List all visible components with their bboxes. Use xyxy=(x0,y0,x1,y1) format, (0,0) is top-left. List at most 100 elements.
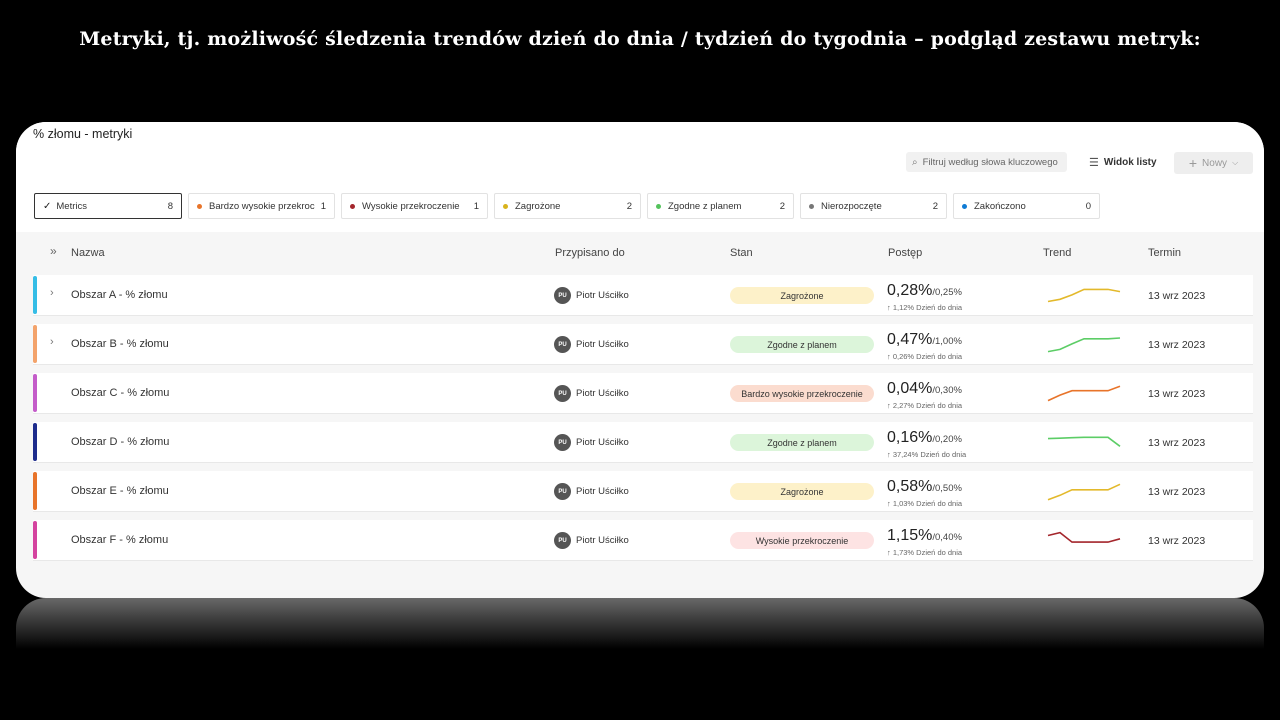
progress-target: /0,25% xyxy=(932,287,962,298)
avatar: PU xyxy=(554,336,571,353)
status-dot xyxy=(656,203,661,209)
status-dot xyxy=(350,203,355,209)
progress-target: /0,20% xyxy=(932,434,962,445)
panel-reflection xyxy=(16,598,1264,658)
avatar: PU xyxy=(554,532,571,549)
column-assigned[interactable]: Przypisano do xyxy=(555,247,625,259)
trend-line xyxy=(1047,337,1121,353)
progress-change: ↑ 2,27% Dzień do dnia xyxy=(887,401,963,410)
status-badge: Zagrożone xyxy=(730,483,874,500)
row-color-bar xyxy=(33,374,37,412)
trend-sparkline xyxy=(1047,385,1121,402)
filter-metrics[interactable]: ✓ Metrics 8 xyxy=(34,193,182,219)
status-badge: Zgodne z planem xyxy=(730,336,874,353)
row-name[interactable]: Obszar F - % złomu xyxy=(71,534,168,546)
column-status[interactable]: Stan xyxy=(730,247,753,259)
row-due-date: 13 wrz 2023 xyxy=(1148,290,1206,302)
progress-target: /0,40% xyxy=(932,532,962,543)
table-row[interactable]: › Obszar B - % złomu PU Piotr Uściłko Zgodne… xyxy=(33,324,1253,365)
table-row[interactable]: › Obszar A - % złomu PU Piotr Uściłko Zagroż… xyxy=(33,275,1253,316)
status-dot xyxy=(809,203,814,209)
row-color-bar xyxy=(33,521,37,559)
chevron-right-icon[interactable]: › xyxy=(50,287,54,299)
row-assignee: Piotr Uściłko xyxy=(576,535,629,546)
row-name[interactable]: Obszar C - % złomu xyxy=(71,387,169,399)
row-color-bar xyxy=(33,423,37,461)
filter-not-started[interactable]: Nierozpoczęte 2 xyxy=(800,193,947,219)
progress-change: ↑ 1,12% Dzień do dnia xyxy=(887,303,963,312)
trend-line xyxy=(1047,436,1121,447)
row-color-bar xyxy=(33,276,37,314)
progress-value: 0,28%/0,25% xyxy=(887,282,962,300)
avatar: PU xyxy=(554,385,571,402)
table-header: » Nazwa Przypisano do Stan Postęp Trend … xyxy=(16,242,1264,266)
table-row[interactable]: Obszar E - % złomu PU Piotr Uściłko Zagrożo… xyxy=(33,471,1253,512)
new-button[interactable]: + Nowy ⌵ xyxy=(1174,152,1253,174)
row-due-date: 13 wrz 2023 xyxy=(1148,339,1206,351)
plus-icon: + xyxy=(1188,155,1198,171)
chevron-down-icon: ⌵ xyxy=(1232,158,1239,167)
progress-change: ↑ 37,24% Dzień do dnia xyxy=(887,450,967,459)
list-view-label: Widok listy xyxy=(1103,157,1157,168)
metrics-panel: % złomu - metryki ⌕ ☰ Widok listy + Nowy… xyxy=(16,122,1264,598)
filter-high-overrun[interactable]: Wysokie przekroczenie 1 xyxy=(341,193,488,219)
progress-value: 0,16%/0,20% xyxy=(887,429,962,447)
table-row[interactable]: Obszar D - % złomu PU Piotr Uściłko Zgodne … xyxy=(33,422,1253,463)
trend-sparkline xyxy=(1047,337,1121,353)
column-progress[interactable]: Postęp xyxy=(888,247,922,259)
column-trend[interactable]: Trend xyxy=(1043,247,1071,259)
progress-value: 1,15%/0,40% xyxy=(887,527,962,545)
row-assignee: Piotr Uściłko xyxy=(576,388,629,399)
status-dot xyxy=(503,203,508,209)
checkmark-icon: ✓ xyxy=(43,200,52,212)
progress-value: 0,58%/0,50% xyxy=(887,478,962,496)
status-dot xyxy=(197,203,202,209)
trend-sparkline xyxy=(1047,531,1121,543)
status-badge: Zagrożone xyxy=(730,287,874,304)
row-name[interactable]: Obszar E - % złomu xyxy=(71,485,169,497)
table-row[interactable]: Obszar F - % złomu PU Piotr Uściłko Wysokie… xyxy=(33,520,1253,561)
table-row[interactable]: Obszar C - % złomu PU Piotr Uściłko Bardzo … xyxy=(33,373,1253,414)
status-dot xyxy=(962,203,967,209)
trend-sparkline xyxy=(1047,436,1121,447)
column-due[interactable]: Termin xyxy=(1148,247,1181,259)
progress-target: /1,00% xyxy=(932,336,962,347)
column-name[interactable]: Nazwa xyxy=(71,247,105,259)
progress-value: 0,47%/1,00% xyxy=(887,331,962,349)
row-name[interactable]: Obszar A - % złomu xyxy=(71,289,168,301)
filter-at-risk[interactable]: Zagrożone 2 xyxy=(494,193,641,219)
progress-change: ↑ 1,73% Dzień do dnia xyxy=(887,548,963,557)
avatar: PU xyxy=(554,434,571,451)
row-due-date: 13 wrz 2023 xyxy=(1148,486,1206,498)
row-assignee: Piotr Uściłko xyxy=(576,339,629,350)
filter-very-high-overrun[interactable]: Bardzo wysokie przekroczenie 1 xyxy=(188,193,335,219)
search-input[interactable] xyxy=(922,156,1063,168)
progress-target: /0,30% xyxy=(932,385,962,396)
row-name[interactable]: Obszar D - % złomu xyxy=(71,436,169,448)
new-button-label: Nowy xyxy=(1202,157,1228,169)
filter-on-track[interactable]: Zgodne z planem 2 xyxy=(647,193,794,219)
row-due-date: 13 wrz 2023 xyxy=(1148,437,1206,449)
trend-line xyxy=(1047,288,1121,303)
trend-line xyxy=(1047,531,1121,543)
row-assignee: Piotr Uściłko xyxy=(576,290,629,301)
filter-completed[interactable]: Zakończono 0 xyxy=(953,193,1100,219)
filter-bar: ✓ Metrics 8 Bardzo wysokie przekroczenie… xyxy=(34,193,1100,219)
progress-target: /0,50% xyxy=(932,483,962,494)
expand-all-icon[interactable]: » xyxy=(50,244,57,258)
row-due-date: 13 wrz 2023 xyxy=(1148,535,1206,547)
list-view-button[interactable]: ☰ Widok listy xyxy=(1089,156,1157,169)
trend-sparkline xyxy=(1047,483,1121,501)
row-assignee: Piotr Uściłko xyxy=(576,486,629,497)
search-box[interactable]: ⌕ xyxy=(906,152,1067,172)
progress-current: 0,16% xyxy=(887,429,933,446)
slide-heading: Metryki, tj. możliwość śledzenia trendów… xyxy=(79,28,1201,50)
chevron-right-icon[interactable]: › xyxy=(50,336,54,348)
row-name[interactable]: Obszar B - % złomu xyxy=(71,338,169,350)
row-assignee: Piotr Uściłko xyxy=(576,437,629,448)
panel-header: % złomu - metryki ⌕ ☰ Widok listy + Nowy… xyxy=(16,122,1264,232)
trend-line xyxy=(1047,385,1121,402)
progress-current: 1,15% xyxy=(887,527,933,544)
row-due-date: 13 wrz 2023 xyxy=(1148,388,1206,400)
trend-sparkline xyxy=(1047,288,1121,303)
